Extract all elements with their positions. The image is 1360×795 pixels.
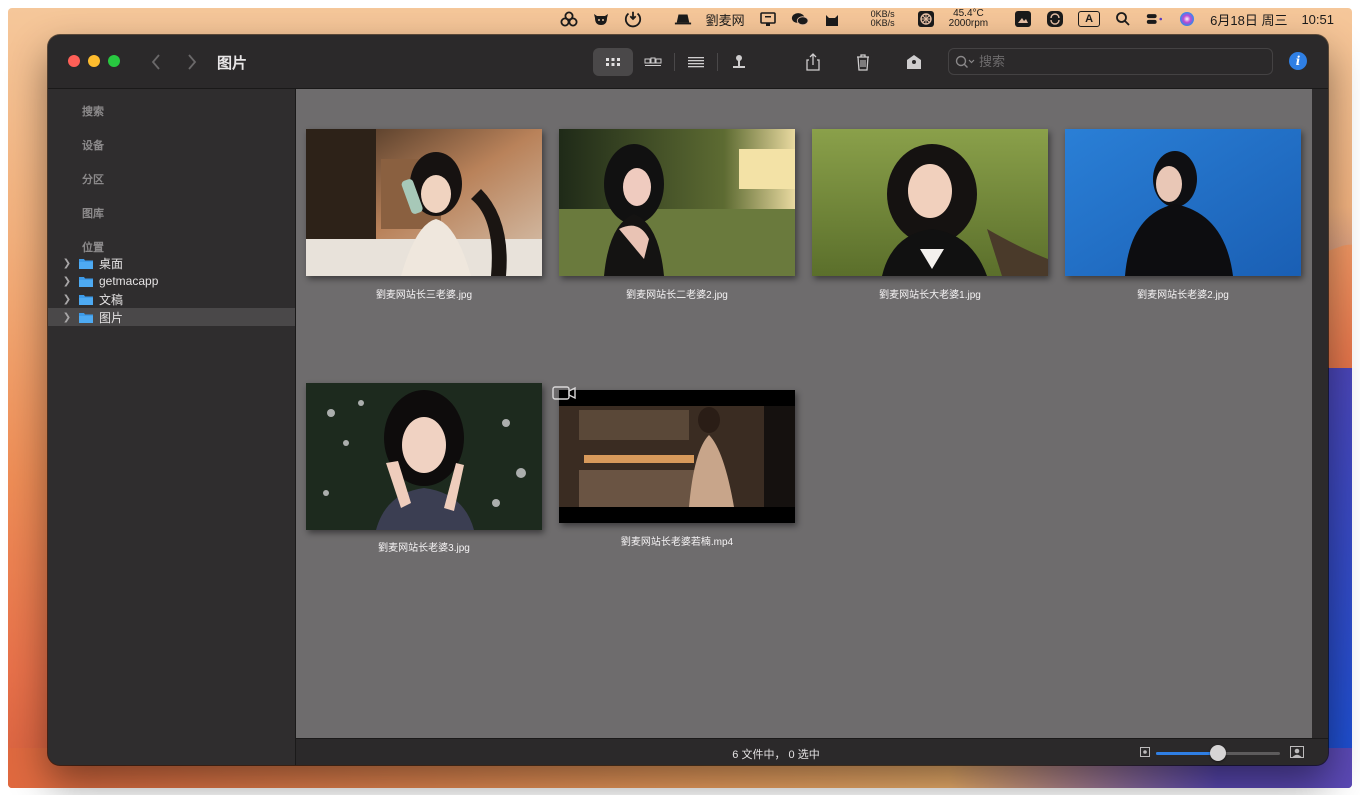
folder-icon [79,312,93,323]
sidebar-item-pictures[interactable]: ❯ 图片 [48,308,295,326]
minimize-button[interactable] [88,55,100,67]
toolbar-separator [717,53,718,71]
sidebar-section-search[interactable]: 搜索 [82,103,104,119]
eject-button[interactable] [719,48,759,76]
file-name[interactable]: 劉麦网站长三老婆.jpg [306,286,542,301]
search-field[interactable] [948,48,1273,75]
chevron-right-icon[interactable]: ❯ [61,312,73,323]
finder-window: 图片 搜索 i 搜索 设备 分区 图库 位置 ❯ 桌面 ❯ getmacapp … [48,35,1328,765]
image-thumbnail[interactable] [306,129,542,276]
sidebar-section-locations[interactable]: 位置 [82,239,104,255]
sidebar-section-devices[interactable]: 设备 [82,137,104,153]
window-title: 图片 [217,55,248,72]
toolbar-separator [674,53,675,71]
tag-icon [907,55,921,69]
menu-bar: 劉麦网 0KB/s 0KB/s 45.4°C 2000rpm A 6月18日 周… [8,8,1352,30]
folder-icon [79,276,93,287]
input-method-indicator[interactable]: A [1078,11,1101,27]
file-grid: 劉麦网站长三老婆.jpg 劉麦网站长二老婆2.jpg 劉麦网站长大老婆1.jpg… [296,89,1312,738]
status-bar: 6 文件中， 0 选中 [296,738,1328,765]
sidebar-item-getmacapp[interactable]: ❯ getmacapp [48,272,295,290]
scrollbar[interactable] [1312,89,1328,738]
sidebar-item-label: 图片 [99,310,124,325]
close-button[interactable] [68,55,80,67]
list-icon [688,57,704,68]
menubar-time[interactable]: 10:51 [1301,8,1334,30]
info-button[interactable]: i [1289,52,1307,70]
cover-flow-icon [644,57,662,66]
download-timer-icon[interactable] [624,10,642,28]
menubar-app-name[interactable]: 劉麦网 [706,8,745,30]
action-button[interactable] [898,48,930,76]
sidebar-item-documents[interactable]: ❯ 文稿 [48,290,295,308]
delete-button[interactable] [847,48,879,76]
control-center-icon[interactable] [1146,10,1164,28]
image-thumbnail[interactable] [559,129,795,276]
back-button[interactable] [144,50,168,74]
trash-icon [857,54,869,71]
cow-icon[interactable] [592,10,610,28]
sidebar-section-partitions[interactable]: 分区 [82,171,104,187]
spotlight-search-icon[interactable] [1114,10,1132,28]
chevron-right-icon [188,54,197,70]
zoom-button[interactable] [108,55,120,67]
sidebar-item-desktop[interactable]: ❯ 桌面 [48,254,295,272]
chevron-right-icon[interactable]: ❯ [61,276,73,287]
icon-view-button[interactable] [593,48,633,76]
fan-icon[interactable] [917,10,935,28]
sidebar-section-library[interactable]: 图库 [82,205,104,221]
share-button[interactable] [797,48,829,76]
finder-hat-icon[interactable] [674,10,692,28]
toolbar: 图片 搜索 i [48,35,1328,89]
file-name[interactable]: 劉麦网站长二老婆2.jpg [559,286,795,301]
video-thumbnail[interactable] [559,390,795,523]
file-name[interactable]: 劉麦网站长大老婆1.jpg [812,286,1048,301]
slider-knob[interactable] [1210,745,1226,761]
video-camera-icon [552,385,576,406]
file-name[interactable]: 劉麦网站长老婆若楠.mp4 [559,533,795,548]
menubar-date[interactable]: 6月18日 周三 [1210,8,1287,30]
icon-size-slider[interactable] [1156,745,1280,761]
share-icon [806,53,820,71]
slider-fill [1156,752,1218,755]
search-input[interactable] [979,54,1259,69]
sidebar-item-label: getmacapp [99,274,159,288]
chevron-left-icon [151,54,160,70]
cover-flow-view-button[interactable] [633,48,673,76]
chevron-right-icon[interactable]: ❯ [61,294,73,305]
photo-app-icon[interactable] [1014,10,1032,28]
chevron-right-icon[interactable]: ❯ [61,258,73,269]
view-mode-group [593,48,759,76]
network-speed[interactable]: 0KB/s 0KB/s [871,8,895,30]
folder-icon [79,294,93,305]
list-view-button[interactable] [676,48,716,76]
stamp-icon [733,55,745,68]
large-icon-size-icon [1290,746,1304,761]
siri-icon[interactable] [1178,10,1196,28]
search-icon [955,55,975,68]
sync-icon[interactable] [1046,10,1064,28]
link-circles-icon[interactable] [560,10,578,28]
sidebar-item-label: 桌面 [99,256,124,271]
item-count-status: 6 文件中， 0 选中 [732,749,820,761]
fan-speed: 2000rpm [948,18,989,29]
window-controls [68,55,120,67]
folder-icon [79,258,93,269]
file-name[interactable]: 劉麦网站长老婆2.jpg [1065,286,1301,301]
image-thumbnail[interactable] [812,129,1048,276]
zoom-control [1140,745,1304,761]
cat-icon[interactable] [823,10,841,28]
image-thumbnail[interactable] [306,383,542,530]
sensor-readout[interactable]: 45.4°C 2000rpm [949,8,988,30]
image-thumbnail[interactable] [1065,129,1301,276]
small-icon-size-icon [1140,747,1150,760]
network-download: 0KB/s [870,18,895,28]
display-icon[interactable] [759,10,777,28]
forward-button[interactable] [180,50,204,74]
wechat-icon[interactable] [791,10,809,28]
sidebar: 搜索 设备 分区 图库 位置 ❯ 桌面 ❯ getmacapp ❯ 文稿 ❯ 图… [48,89,296,765]
sidebar-item-label: 文稿 [99,292,124,307]
grid-icon [606,58,620,66]
file-name[interactable]: 劉麦网站长老婆3.jpg [306,539,542,554]
